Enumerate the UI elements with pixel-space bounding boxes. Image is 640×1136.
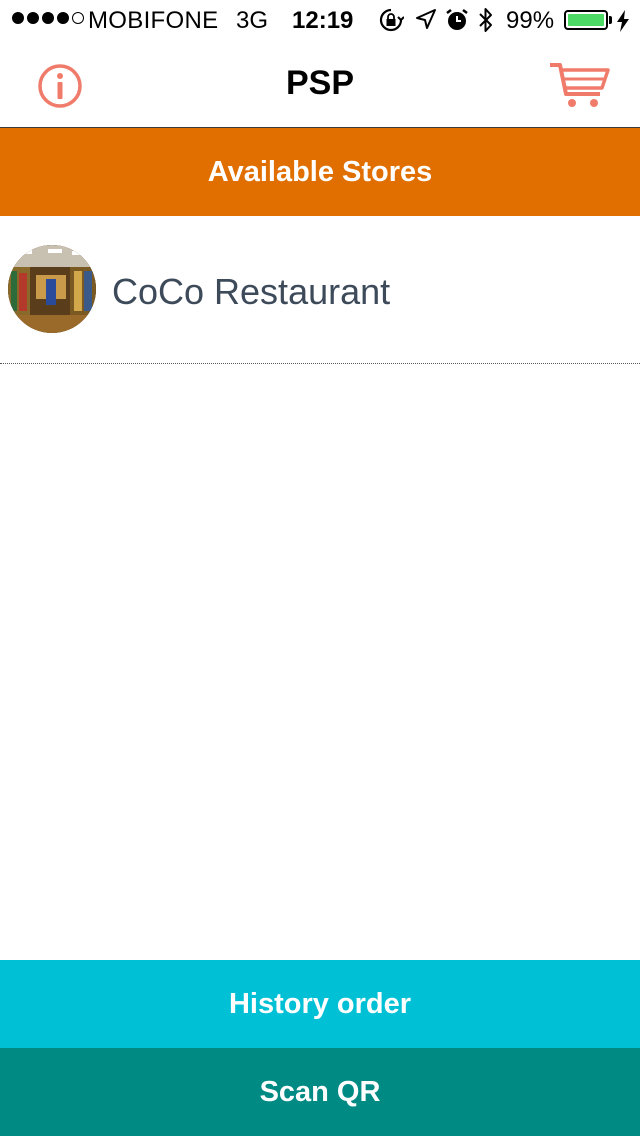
section-title: Available Stores xyxy=(207,155,433,188)
alarm-icon xyxy=(446,9,468,30)
app-screen: MOBIFONE 3G 12:19 99% PSP Available Stor… xyxy=(0,0,640,1136)
bluetooth-icon xyxy=(479,8,492,32)
signal-strength-icon xyxy=(12,12,84,24)
store-list-item[interactable]: CoCo Restaurant xyxy=(0,216,640,364)
store-avatar xyxy=(8,245,96,333)
status-time: 12:19 xyxy=(292,7,354,34)
battery-icon xyxy=(564,10,608,30)
section-header: Available Stores xyxy=(0,128,640,216)
store-name: CoCo Restaurant xyxy=(112,271,391,312)
store-photo xyxy=(8,245,96,333)
scan-qr-button[interactable]: Scan QR xyxy=(0,1048,640,1136)
scan-qr-label: Scan QR xyxy=(259,1075,381,1108)
cart-icon xyxy=(550,63,610,107)
navigation-bar: PSP xyxy=(0,40,640,128)
history-order-button[interactable]: History order xyxy=(0,960,640,1048)
battery-tip xyxy=(609,16,612,24)
battery-percent: 99% xyxy=(506,7,555,34)
carrier-name: MOBIFONE xyxy=(88,7,219,34)
page-title: PSP xyxy=(285,64,355,102)
charging-bolt-icon xyxy=(617,10,629,32)
status-bar: MOBIFONE 3G 12:19 99% xyxy=(0,0,640,40)
history-order-label: History order xyxy=(228,987,412,1020)
battery-level xyxy=(568,14,604,26)
rotation-lock-icon xyxy=(379,8,404,32)
location-arrow-icon xyxy=(416,9,436,29)
network-type: 3G xyxy=(236,7,269,34)
cart-button[interactable] xyxy=(548,60,612,110)
